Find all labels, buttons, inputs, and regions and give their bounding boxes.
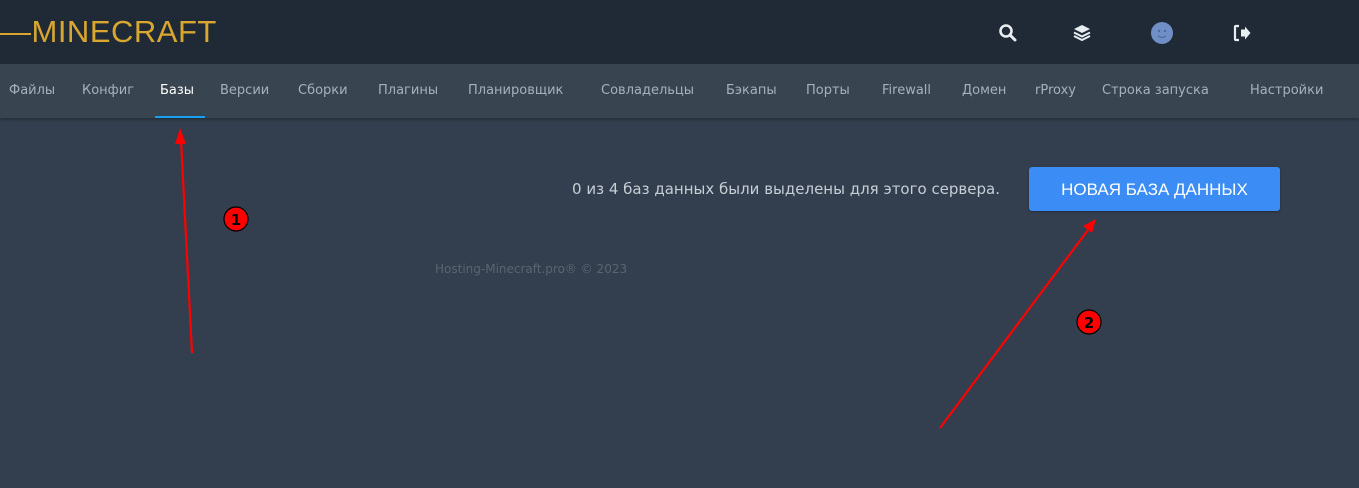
tab-coowners[interactable]: Совладельцы: [601, 82, 694, 100]
tab-domain[interactable]: Домен: [962, 82, 1006, 100]
footer-copyright: Hosting-Minecraft.pro® © 2023: [435, 262, 628, 276]
tab-startup[interactable]: Строка запуска: [1102, 82, 1209, 100]
avatar[interactable]: [1149, 20, 1175, 46]
arrow-2: [939, 219, 1096, 429]
marker-1-label: 1: [231, 211, 241, 229]
marker-2: 2: [1076, 309, 1102, 335]
tab-files[interactable]: Файлы: [9, 82, 55, 100]
tab-versions[interactable]: Версии: [220, 82, 269, 100]
tab-settings[interactable]: Настройки: [1250, 82, 1323, 100]
marker-1: 1: [223, 206, 249, 232]
marker-2-label: 2: [1084, 314, 1094, 332]
logo[interactable]: —MINECRAFT: [0, 14, 217, 50]
tab-scheduler[interactable]: Планировщик: [468, 82, 563, 100]
tab-databases[interactable]: Базы: [160, 82, 194, 100]
new-database-button[interactable]: НОВАЯ БАЗА ДАННЫХ: [1029, 167, 1280, 211]
tab-firewall[interactable]: Firewall: [882, 82, 931, 100]
tab-backups[interactable]: Бэкапы: [726, 82, 777, 100]
tab-rproxy[interactable]: rProxy: [1035, 82, 1076, 100]
database-count-text: 0 из 4 баз данных были выделены для этог…: [572, 180, 1000, 198]
arrow-1: [175, 128, 194, 354]
tab-config[interactable]: Конфиг: [82, 82, 134, 100]
search-icon[interactable]: [995, 20, 1021, 46]
tab-plugins[interactable]: Плагины: [378, 82, 438, 100]
layers-icon[interactable]: [1069, 20, 1095, 46]
logout-icon[interactable]: [1229, 20, 1255, 46]
tab-modpacks[interactable]: Сборки: [298, 82, 348, 100]
server-nav: Файлы Конфиг Базы Версии Сборки Плагины …: [0, 64, 1359, 118]
active-tab-indicator: [155, 116, 205, 118]
tab-ports[interactable]: Порты: [806, 82, 850, 100]
top-bar: —MINECRAFT: [0, 0, 1359, 64]
